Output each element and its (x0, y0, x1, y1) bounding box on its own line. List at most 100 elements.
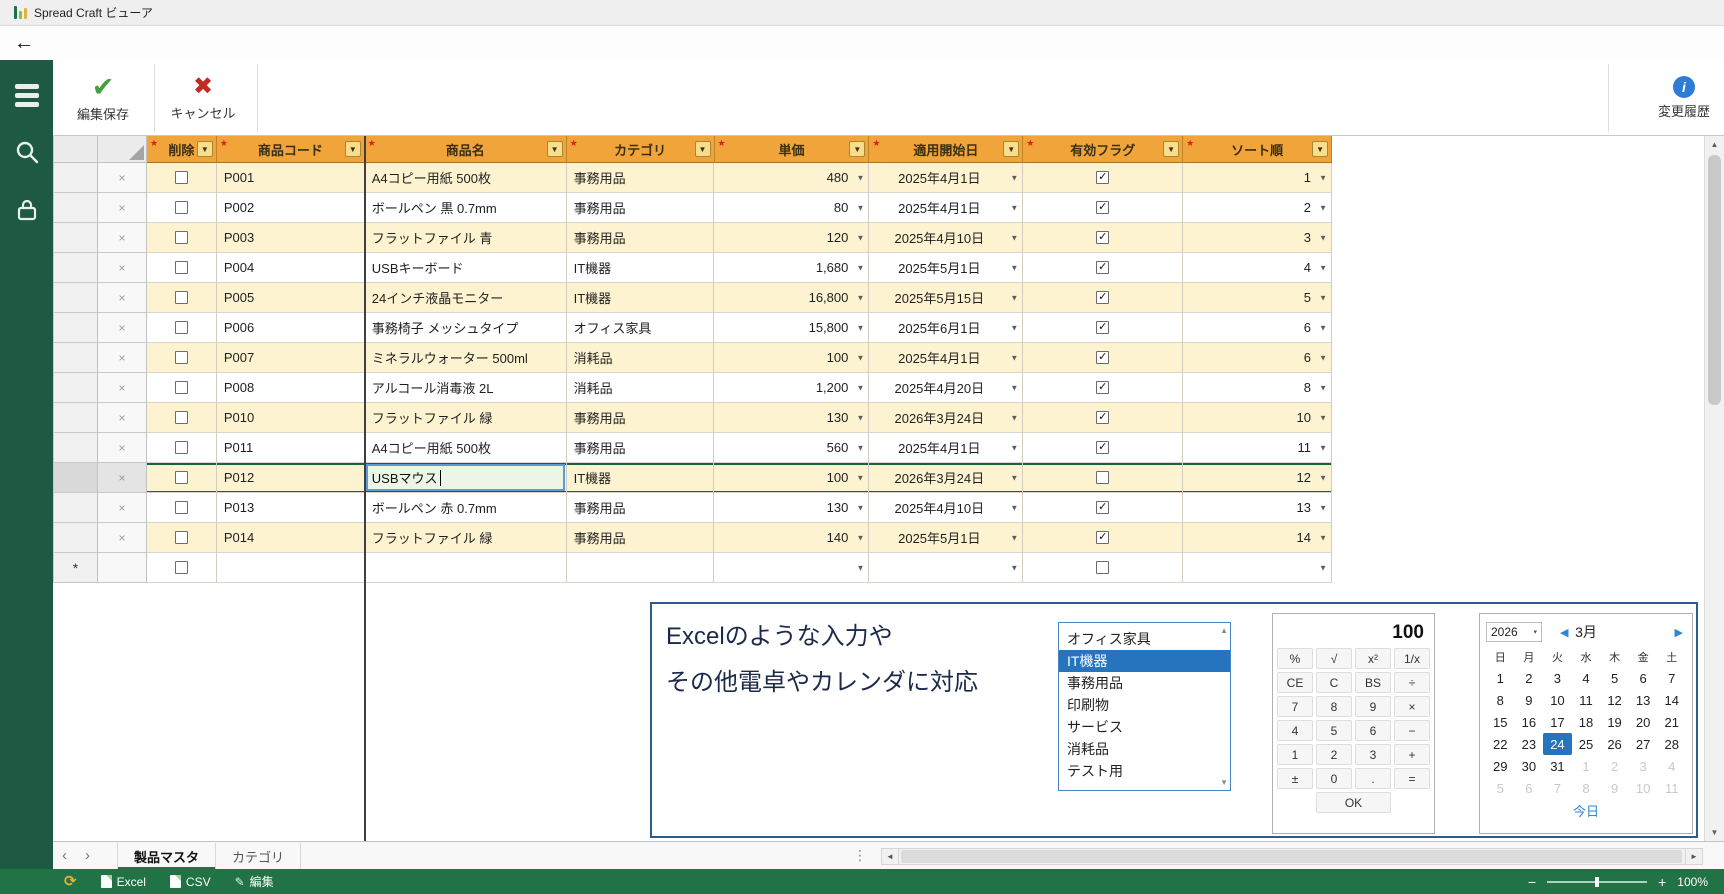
calendar-year-dropdown[interactable]: 2026 ▾ (1486, 622, 1542, 642)
cell-dropdown-arrow[interactable]: ▼ (1010, 173, 1018, 182)
calc-key[interactable]: 5 (1316, 720, 1352, 741)
calendar-day[interactable]: 26 (1600, 733, 1629, 755)
cell-start-date[interactable]: 2025年4月10日 ▼ (869, 223, 1024, 253)
cell-dropdown-arrow[interactable]: ▼ (1319, 323, 1327, 332)
calendar-day[interactable]: 17 (1543, 711, 1572, 733)
filter-dropdown-button[interactable]: ▼ (196, 141, 213, 157)
cell-product-code[interactable]: P010 (216, 403, 365, 433)
cell-editor[interactable]: USBマウス (365, 464, 565, 491)
cell-product-code[interactable]: P012 (216, 463, 365, 493)
cell-category[interactable]: 事務用品 (566, 523, 715, 553)
cell-category[interactable]: 事務用品 (566, 193, 715, 223)
calc-key[interactable]: 6 (1355, 720, 1391, 741)
calc-key[interactable]: ÷ (1394, 672, 1430, 693)
cell-dropdown-arrow[interactable]: ▼ (856, 473, 864, 482)
tab-category[interactable]: カテゴリ (216, 842, 302, 870)
cell-dropdown-arrow[interactable]: ▼ (1010, 203, 1018, 212)
cell-product-name[interactable]: 24インチ液晶モニター (364, 283, 567, 313)
active-checkbox[interactable] (1096, 561, 1110, 574)
delete-checkbox[interactable] (174, 441, 188, 454)
cell-category[interactable]: 事務用品 (566, 433, 715, 463)
calendar-day[interactable]: 13 (1629, 689, 1658, 711)
calculator-ok-button[interactable]: OK (1316, 792, 1391, 813)
cell-product-code[interactable]: P007 (216, 343, 365, 373)
cell-sort-order[interactable]: 6 ▼ (1183, 343, 1332, 373)
delete-checkbox[interactable] (174, 561, 188, 574)
calc-key[interactable]: 1 (1277, 744, 1313, 765)
active-checkbox[interactable]: ✓ (1096, 381, 1110, 394)
active-checkbox[interactable]: ✓ (1096, 411, 1110, 424)
cell-unit-price[interactable]: 1,200 ▼ (714, 373, 870, 403)
cell-dropdown-arrow[interactable]: ▼ (1010, 533, 1018, 542)
filter-dropdown-button[interactable]: ▼ (1163, 141, 1180, 157)
row-selector[interactable] (54, 193, 98, 223)
cell-product-code[interactable]: P001 (216, 163, 365, 193)
row-selector[interactable] (54, 223, 98, 253)
cell-dropdown-arrow[interactable]: ▼ (856, 323, 864, 332)
calc-key[interactable]: % (1277, 648, 1313, 669)
listbox-item[interactable]: IT機器 (1059, 650, 1230, 672)
row-clear-button[interactable]: × (118, 262, 125, 274)
listbox-item[interactable]: テスト用 (1059, 760, 1230, 782)
cell-start-date[interactable]: 2025年4月1日 ▼ (869, 433, 1024, 463)
row-clear-button[interactable]: × (118, 412, 125, 424)
cell-product-code[interactable] (216, 553, 365, 583)
cell-dropdown-arrow[interactable]: ▼ (1319, 533, 1327, 542)
active-checkbox[interactable]: ✓ (1096, 291, 1110, 304)
calendar-day[interactable]: 8 (1572, 777, 1601, 799)
cell-unit-price[interactable]: 140 ▼ (714, 523, 870, 553)
cell-start-date[interactable]: 2025年6月1日 ▼ (869, 313, 1024, 343)
cell-dropdown-arrow[interactable]: ▼ (1010, 473, 1018, 482)
calendar-day[interactable]: 12 (1600, 689, 1629, 711)
cell-sort-order[interactable]: 13 ▼ (1183, 493, 1332, 523)
active-checkbox[interactable]: ✓ (1096, 501, 1110, 514)
hscroll-left-icon[interactable]: ◄ (882, 849, 899, 864)
calendar-day[interactable]: 15 (1486, 711, 1515, 733)
listbox-item[interactable]: 消耗品 (1059, 738, 1230, 760)
cell-product-code[interactable]: P005 (216, 283, 365, 313)
cell-dropdown-arrow[interactable]: ▼ (856, 533, 864, 542)
cell-product-name[interactable]: アルコール消毒液 2L (364, 373, 567, 403)
active-checkbox[interactable]: ✓ (1096, 201, 1110, 214)
calendar-day[interactable]: 7 (1543, 777, 1572, 799)
calendar-today-link[interactable]: 今日 (1486, 800, 1686, 820)
cell-category[interactable]: IT機器 (566, 253, 715, 283)
calendar-day[interactable]: 29 (1486, 755, 1515, 777)
cell-start-date[interactable]: 2025年4月1日 ▼ (869, 343, 1024, 373)
cell-start-date[interactable]: 2026年3月24日 ▼ (869, 463, 1024, 493)
calc-key[interactable]: 9 (1355, 696, 1391, 717)
zoom-in-icon[interactable]: + (1658, 875, 1666, 889)
active-checkbox[interactable]: ✓ (1096, 351, 1110, 364)
cell-dropdown-arrow[interactable]: ▼ (856, 263, 864, 272)
zoom-out-icon[interactable]: − (1528, 875, 1536, 889)
scroll-up-icon[interactable]: ▲ (1220, 626, 1228, 635)
cell-sort-order[interactable]: 14 ▼ (1183, 523, 1332, 553)
ellipsis-handle-icon[interactable]: ⋮ (853, 847, 867, 864)
edit-mode-button[interactable]: ✎ 編集 (235, 873, 274, 890)
filter-dropdown-button[interactable]: ▼ (694, 141, 711, 157)
calc-key[interactable]: 4 (1277, 720, 1313, 741)
calendar-day[interactable]: 16 (1515, 711, 1544, 733)
calendar-day[interactable]: 24 (1543, 733, 1572, 755)
cell-dropdown-arrow[interactable]: ▼ (1319, 473, 1327, 482)
calendar-day[interactable]: 5 (1486, 777, 1515, 799)
calc-key[interactable]: 1/x (1394, 648, 1430, 669)
calendar-day[interactable]: 1 (1486, 667, 1515, 689)
cell-product-code[interactable]: P011 (216, 433, 365, 463)
calc-key[interactable]: − (1394, 720, 1430, 741)
calendar-day[interactable]: 2 (1515, 667, 1544, 689)
cell-product-name[interactable]: ボールペン 黒 0.7mm (364, 193, 567, 223)
calendar-day[interactable]: 9 (1600, 777, 1629, 799)
cell-category[interactable]: 事務用品 (566, 493, 715, 523)
calendar-day[interactable]: 7 (1657, 667, 1686, 689)
calendar-day[interactable]: 27 (1629, 733, 1658, 755)
calendar-day[interactable]: 9 (1515, 689, 1544, 711)
calendar-day[interactable]: 23 (1515, 733, 1544, 755)
cell-category[interactable]: 消耗品 (566, 373, 715, 403)
column-header-active-flag[interactable]: ★ 有効フラグ ▼ (1023, 136, 1184, 163)
cell-unit-price[interactable]: 80 ▼ (714, 193, 870, 223)
cell-product-name[interactable]: 事務椅子 メッシュタイプ (364, 313, 567, 343)
cell-dropdown-arrow[interactable]: ▼ (1319, 263, 1327, 272)
row-selector[interactable] (54, 163, 98, 193)
cell-category[interactable]: オフィス家具 (566, 313, 715, 343)
